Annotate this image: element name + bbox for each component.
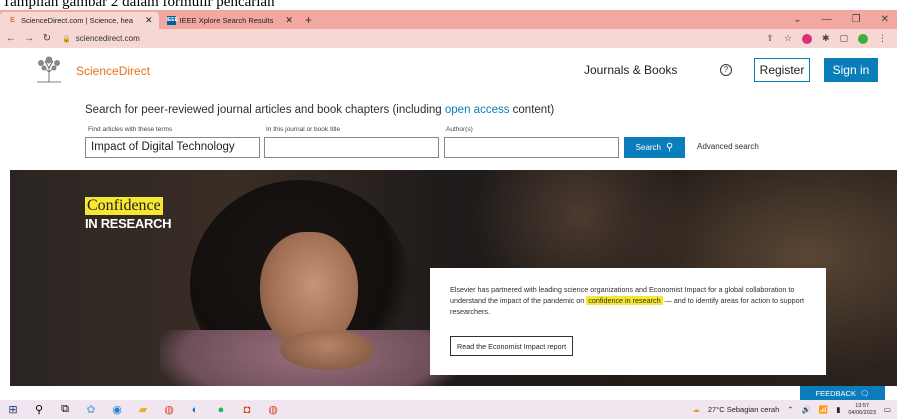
weather-icon[interactable]: ☁ — [692, 405, 700, 414]
search-heading: Search for peer-reviewed journal article… — [85, 104, 554, 116]
url-text: sciencedirect.com — [75, 34, 140, 43]
tab-title: IEEE Xplore Search Results — [179, 16, 274, 25]
extensions-puzzle-icon[interactable]: ✱ — [822, 33, 830, 44]
chrome-icon[interactable]: ◍ — [156, 403, 182, 416]
volume-icon[interactable]: 🔊 — [802, 405, 811, 414]
feedback-button[interactable]: FEEDBACK 🗨 — [800, 386, 885, 400]
close-window-icon[interactable]: ✕ — [881, 14, 889, 25]
window-controls: ⌄ — ❐ ✕ — [793, 10, 897, 29]
app-icon[interactable]: ◐ — [182, 404, 208, 416]
help-icon[interactable]: ? — [720, 64, 732, 76]
sign-in-button[interactable]: Sign in — [824, 58, 878, 82]
url-field[interactable]: 🔒 sciencedirect.com — [62, 31, 140, 46]
tab-title: ScienceDirect.com | Science, hea — [21, 16, 133, 25]
tray-overflow-icon[interactable]: ⌃ — [787, 405, 793, 414]
extension-icon[interactable] — [801, 33, 812, 44]
browser-toolbar-icons: ⇪ ☆ ✱ ▢ ⋮ — [766, 33, 897, 44]
close-tab-icon[interactable]: ✕ — [145, 15, 153, 26]
hero-banner: Confidence IN RESEARCH Elsevier has part… — [10, 170, 897, 386]
share-icon[interactable]: ⇪ — [766, 33, 774, 44]
elsevier-favicon-icon: E — [10, 17, 15, 24]
address-bar: ← → ↻ 🔒 sciencedirect.com ⇪ ☆ ✱ ▢ ⋮ — [0, 29, 897, 48]
feedback-label: FEEDBACK — [815, 388, 856, 398]
advanced-search-link[interactable]: Advanced search — [697, 142, 759, 151]
hero-title-highlight: Confidence — [85, 197, 163, 215]
tab-sciencedirect[interactable]: E ScienceDirect.com | Science, hea ✕ — [0, 12, 159, 29]
browser-menu-icon[interactable]: ⋮ — [878, 33, 887, 44]
search-button[interactable]: Search ⚲ — [624, 137, 685, 158]
journal-title-input[interactable] — [264, 137, 439, 158]
chrome-icon[interactable]: ◍ — [260, 403, 286, 416]
weather-text[interactable]: 27°C Sebagian cerah — [708, 405, 779, 414]
chat-bubble-icon: 🗨 — [859, 388, 870, 398]
back-icon[interactable]: ← — [4, 33, 18, 44]
search-form: Search for peer-reviewed journal article… — [0, 96, 897, 170]
register-button[interactable]: Register — [754, 58, 810, 82]
close-tab-icon[interactable]: ✕ — [285, 15, 293, 26]
lock-icon: 🔒 — [62, 35, 71, 43]
task-view-icon[interactable]: ⧉ — [52, 403, 78, 416]
terms-label: Find articles with these terms — [88, 126, 173, 133]
card-highlight: confidence in research — [586, 296, 663, 305]
clock-date: 04/06/2023 — [848, 409, 876, 416]
site-header: ScienceDirect Journals & Books ? Registe… — [0, 48, 897, 96]
maximize-icon[interactable]: ❐ — [852, 14, 861, 25]
hero-title-sub: IN RESEARCH — [85, 216, 172, 231]
document-caption: Tampilan gambar 2 dalam formulir pencari… — [2, 0, 275, 10]
open-access-link[interactable]: open access — [445, 104, 510, 116]
journal-label: In this journal or book title — [266, 126, 341, 133]
journals-books-link[interactable]: Journals & Books — [584, 63, 677, 77]
system-tray: ☁ 27°C Sebagian cerah ⌃ 🔊 📶 ▮ 13:57 04/0… — [692, 403, 897, 417]
new-tab-button[interactable]: + — [299, 12, 318, 29]
hero-photo-hand — [280, 330, 375, 370]
sidebar-icon[interactable]: ▢ — [839, 33, 848, 44]
windows-taskbar: ⊞ ⚲ ⧉ ✿ ◉ ▰ ◍ ◐ ● ◘ ◍ ☁ 27°C Sebagian ce… — [0, 400, 897, 419]
tab-search-icon[interactable]: ⌄ — [793, 14, 801, 25]
clock-time: 13:57 — [855, 402, 870, 409]
elsevier-tree-logo[interactable] — [33, 54, 65, 84]
search-button-label: Search — [635, 143, 662, 152]
hero-card-text: Elsevier has partnered with leading scie… — [450, 284, 806, 317]
tab-ieee-xplore[interactable]: IEEE IEEE Xplore Search Results ✕ — [159, 12, 299, 29]
notification-icon[interactable]: ▭ — [884, 405, 891, 414]
economist-report-button[interactable]: Read the Economist Impact report — [450, 336, 574, 356]
hero-title: Confidence IN RESEARCH — [85, 197, 172, 231]
heading-text: Search for peer-reviewed journal article… — [85, 104, 445, 116]
profile-avatar[interactable] — [858, 33, 868, 44]
browser-tab-strip: E ScienceDirect.com | Science, hea ✕ IEE… — [0, 10, 897, 29]
search-icon[interactable]: ⚲ — [26, 403, 52, 416]
battery-icon[interactable]: ▮ — [836, 405, 840, 414]
minimize-icon[interactable]: — — [822, 14, 832, 25]
wifi-icon[interactable]: 📶 — [819, 405, 828, 414]
clock[interactable]: 13:57 04/06/2023 — [848, 403, 876, 417]
app-icon[interactable]: ✿ — [78, 403, 104, 416]
reload-icon[interactable]: ↻ — [40, 33, 54, 44]
hero-info-card: Elsevier has partnered with leading scie… — [430, 268, 826, 375]
author-label: Author(s) — [446, 126, 473, 133]
edge-icon[interactable]: ◉ — [104, 403, 130, 416]
forward-icon[interactable]: → — [22, 33, 36, 44]
author-input[interactable] — [444, 137, 619, 158]
file-explorer-icon[interactable]: ▰ — [130, 403, 156, 416]
screen: Tampilan gambar 2 dalam formulir pencari… — [0, 0, 897, 419]
ieee-favicon-icon: IEEE — [166, 16, 178, 25]
spotify-icon[interactable]: ● — [208, 404, 234, 416]
heading-text: content) — [509, 104, 555, 116]
bookmark-star-icon[interactable]: ☆ — [784, 33, 792, 44]
search-icon: ⚲ — [666, 142, 674, 153]
terms-input[interactable]: Impact of Digital Technology — [85, 137, 260, 158]
sciencedirect-logo[interactable]: ScienceDirect — [76, 64, 150, 78]
office-icon[interactable]: ◘ — [234, 404, 260, 416]
windows-start-icon[interactable]: ⊞ — [0, 403, 26, 416]
